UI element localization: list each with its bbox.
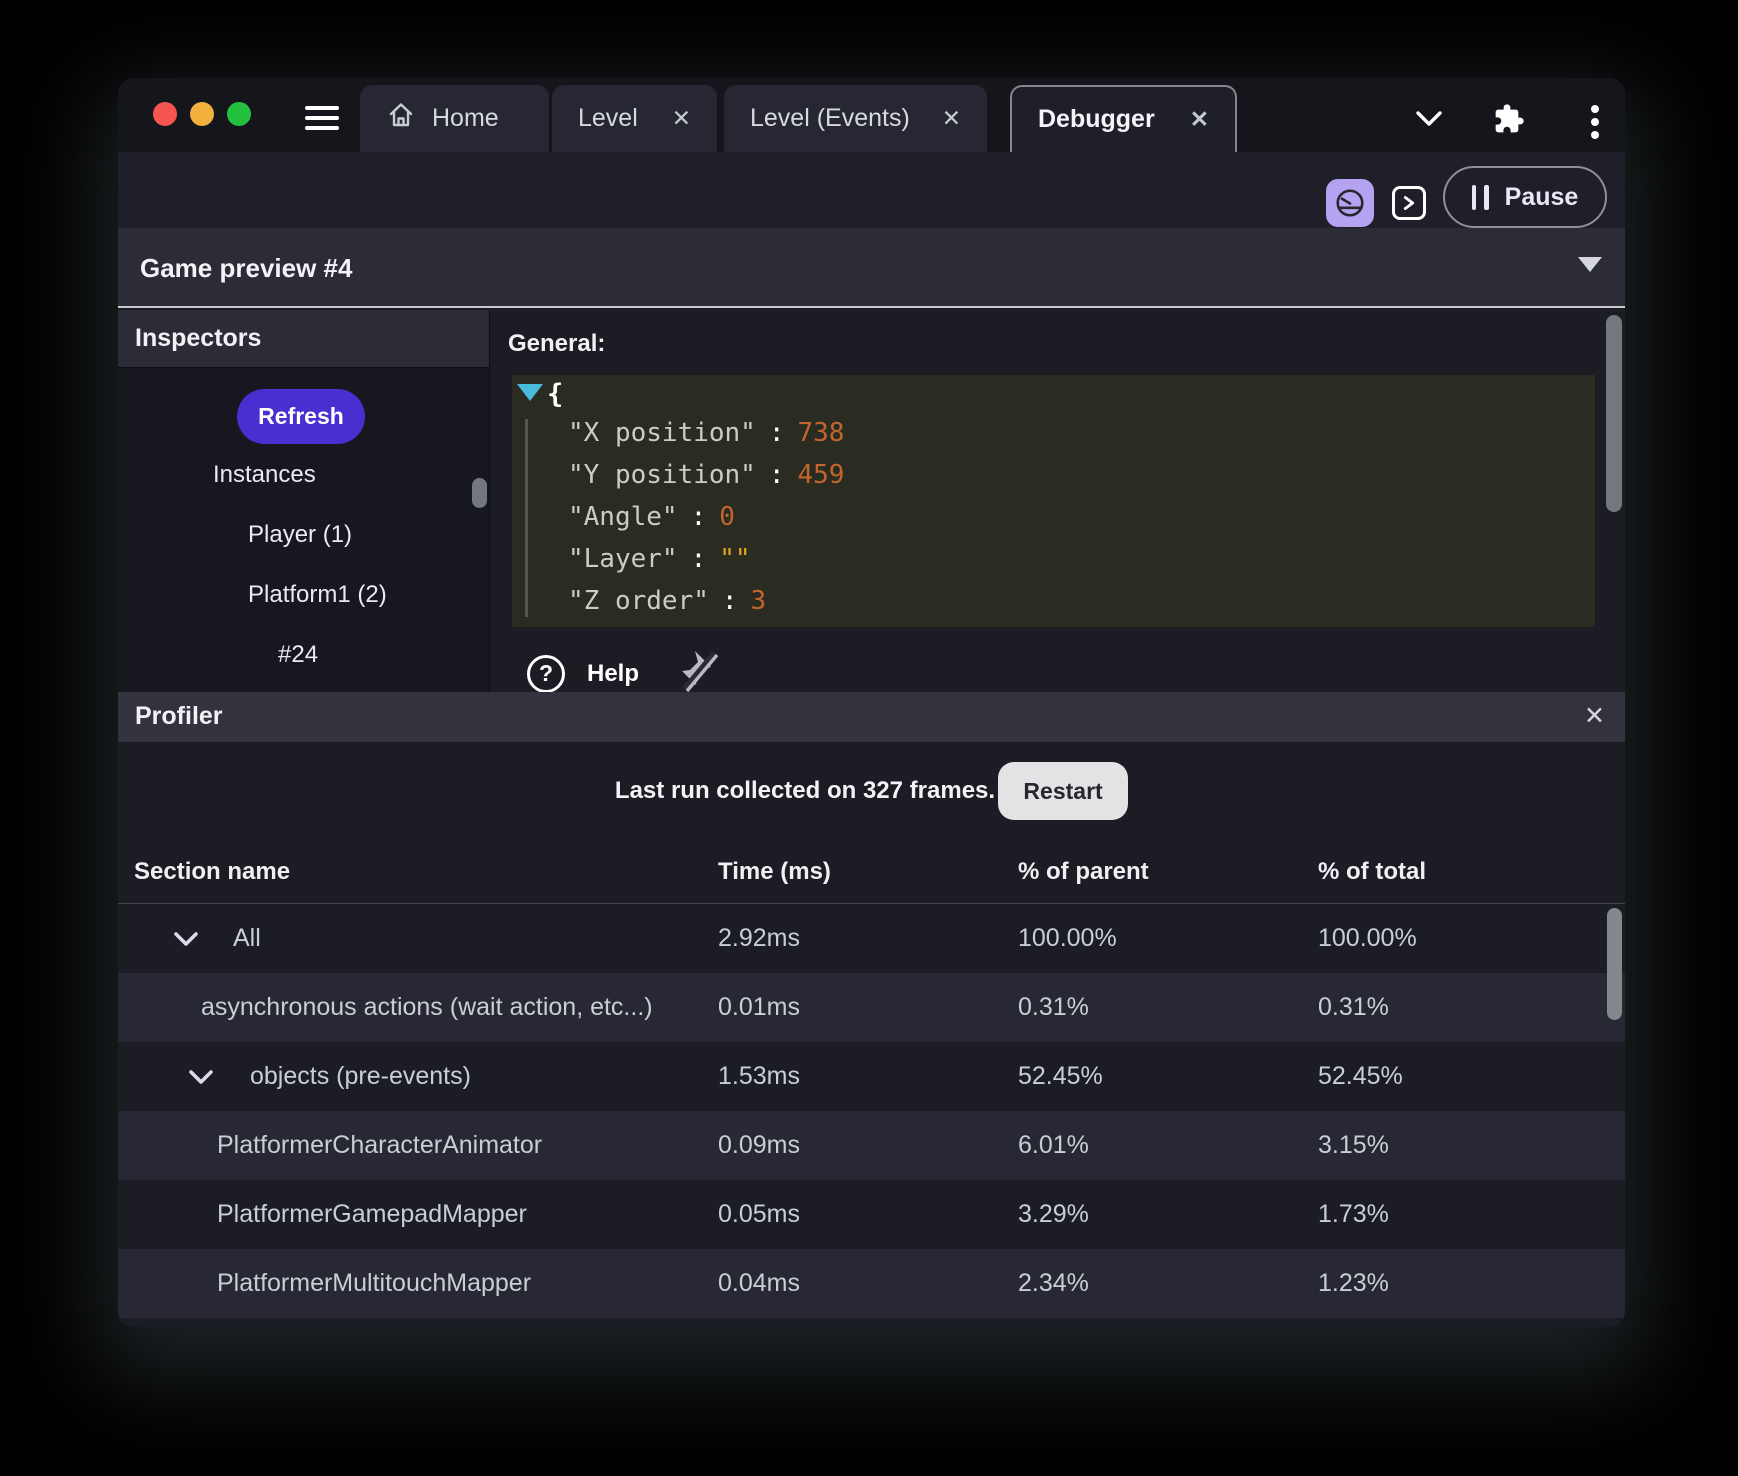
json-line-x-position: "X position":738 [568,418,845,448]
window-minimize-button[interactable] [190,102,214,126]
detail-panel-scrollbar[interactable] [1606,315,1622,512]
caret-down-icon[interactable] [1578,257,1602,272]
json-line-angle: "Angle":0 [568,502,735,532]
cell-percent-total: 100.00% [1318,924,1417,952]
chevron-down-icon[interactable] [1414,105,1444,136]
cell-percent-total: 0.31% [1318,993,1389,1021]
column-header-section-name: Section name [134,857,291,885]
pause-button[interactable]: Pause [1443,166,1607,228]
column-header-time: Time (ms) [718,857,831,885]
cell-percent-parent: 6.01% [1018,1131,1089,1159]
close-icon[interactable]: ✕ [942,107,961,130]
sidebar-item-instances[interactable]: Instances [213,461,316,489]
cell-percent-parent: 3.29% [1018,1200,1089,1228]
profiler-panel: Last run collected on 327 frames. Restar… [118,742,1625,1327]
console-icon[interactable] [1392,186,1426,220]
table-row-all[interactable]: All 2.92ms 100.00% 100.00% [118,904,1625,973]
kebab-menu-icon[interactable] [1580,102,1610,142]
close-icon[interactable]: ✕ [1190,108,1209,131]
pause-label: Pause [1504,182,1579,211]
hamburger-menu-icon[interactable] [305,106,339,130]
cell-time: 0.05ms [718,1200,800,1228]
close-icon[interactable]: ✕ [672,107,691,130]
chevron-down-icon[interactable] [188,1068,214,1086]
profiler-table-scrollbar[interactable] [1607,908,1622,1020]
table-row-platformer-multitouch-mapper[interactable]: PlatformerMultitouchMapper 0.04ms 2.34% … [118,1249,1625,1318]
refresh-button[interactable]: Refresh [237,389,365,444]
cell-time: 0.09ms [718,1131,800,1159]
sidebar-item-instance-24[interactable]: #24 [278,641,318,669]
inspector-area: Inspectors Refresh Instances Player (1) … [118,310,1625,693]
indent-guide [525,419,528,617]
cell-percent-total: 1.23% [1318,1269,1389,1297]
pause-icon [1471,184,1489,210]
cell-time: 2.92ms [718,924,800,952]
cell-percent-total: 1.73% [1318,1200,1389,1228]
game-preview-title: Game preview #4 [140,253,353,283]
properties-json-view: { "X position":738 "Y position":459 "Ang… [512,375,1595,627]
profiler-status-row: Last run collected on 327 frames. Restar… [118,742,1625,840]
collapse-triangle-icon[interactable] [517,384,543,401]
inspectors-header: Inspectors [118,310,489,368]
inspectors-title: Inspectors [135,324,262,352]
app-window: Home Level ✕ Level (Events) ✕ Debugger ✕ [118,78,1625,1327]
sidebar-item-player[interactable]: Player (1) [248,521,352,549]
tab-debugger[interactable]: Debugger ✕ [1010,85,1237,152]
cell-percent-parent: 2.34% [1018,1269,1089,1297]
cell-percent-parent: 100.00% [1018,924,1117,952]
restart-button[interactable]: Restart [998,762,1129,820]
sidebar-scrollbar[interactable] [472,478,487,508]
tab-label: Debugger [1038,105,1155,133]
json-open-brace: { [547,379,564,410]
profiler-gauge-icon[interactable] [1326,179,1374,227]
tab-label: Level (Events) [750,104,910,132]
cell-time: 0.04ms [718,1269,800,1297]
profiler-table-header: Section name Time (ms) % of parent % of … [118,840,1625,904]
window-maximize-button[interactable] [227,102,251,126]
json-line-y-position: "Y position":459 [568,460,845,490]
table-row-platformer-character-animator[interactable]: PlatformerCharacterAnimator 0.09ms 6.01%… [118,1111,1625,1180]
tab-home[interactable]: Home [360,85,549,152]
tab-label: Level [578,104,638,132]
column-header-percent-parent: % of parent [1018,857,1149,885]
cell-percent-parent: 0.31% [1018,993,1089,1021]
general-section-title: General: [508,330,606,357]
close-icon[interactable]: ✕ [1584,701,1605,731]
profiler-status-text: Last run collected on 327 frames. [614,777,996,804]
extensions-puzzle-icon[interactable] [1493,103,1525,140]
table-row-platformer-gamepad-mapper[interactable]: PlatformerGamepadMapper 0.05ms 3.29% 1.7… [118,1180,1625,1249]
table-row-objects-pre-events[interactable]: objects (pre-events) 1.53ms 52.45% 52.45… [118,1042,1625,1111]
cell-percent-parent: 52.45% [1018,1062,1103,1090]
window-close-button[interactable] [153,102,177,126]
profiler-header: Profiler ✕ [118,692,1625,742]
game-preview-header[interactable]: Game preview #4 [118,228,1625,308]
table-row-async-actions[interactable]: asynchronous actions (wait action, etc..… [118,973,1625,1042]
help-icon[interactable]: ? [527,654,565,693]
chevron-down-icon[interactable] [173,930,199,948]
tab-level-events[interactable]: Level (Events) ✕ [724,85,987,152]
json-line-layer: "Layer": "" [568,544,751,574]
inspectors-sidebar: Inspectors Refresh Instances Player (1) … [118,310,490,692]
sidebar-item-platform1[interactable]: Platform1 (2) [248,581,387,609]
cell-time: 1.53ms [718,1062,800,1090]
cell-percent-total: 3.15% [1318,1131,1389,1159]
profiler-title: Profiler [135,702,223,730]
help-label[interactable]: Help [587,660,639,688]
desktop: { "tabbar": { "tabs": [ { "label": "Home… [0,0,1738,1476]
debugger-toolbar: Pause [118,152,1625,228]
tab-label: Home [432,104,499,132]
cell-time: 0.01ms [718,993,800,1021]
json-line-z-order: "Z order":3 [568,586,767,616]
inspector-detail-panel: General: { "X position":738 "Y position"… [491,310,1625,693]
home-icon [386,100,416,137]
tab-level[interactable]: Level ✕ [552,85,717,152]
cell-percent-total: 52.45% [1318,1062,1403,1090]
tab-bar: Home Level ✕ Level (Events) ✕ Debugger ✕ [118,78,1625,152]
column-header-percent-total: % of total [1318,857,1426,885]
